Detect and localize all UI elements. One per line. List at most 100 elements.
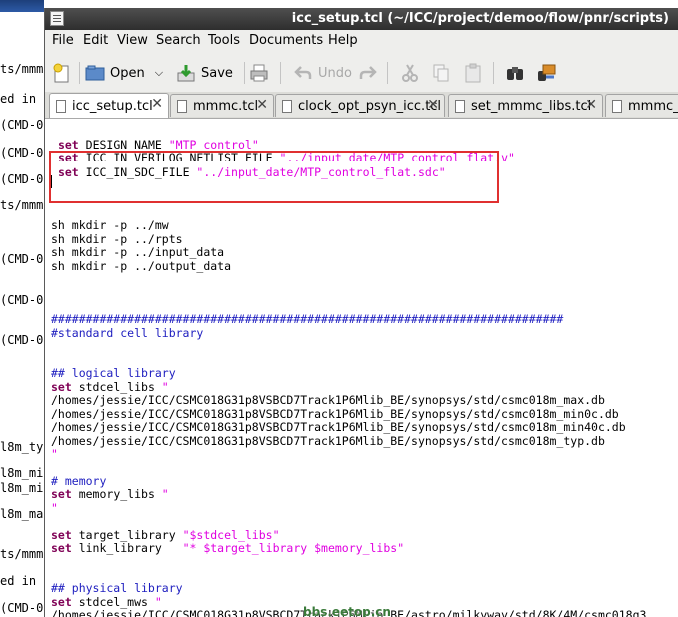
folder-open-icon xyxy=(85,65,105,81)
code-line: set link_library "* $target_library $mem… xyxy=(51,541,405,555)
printer-icon xyxy=(250,64,268,82)
menu-edit[interactable]: Edit xyxy=(83,33,108,48)
terminal-line: l8m_min xyxy=(0,466,44,480)
terminal-title-bar xyxy=(0,0,44,12)
redo-icon xyxy=(359,66,377,79)
tab-mmmc-pe[interactable]: mmmc_pe xyxy=(605,94,678,117)
new-document-icon xyxy=(53,63,69,83)
code-line: " xyxy=(51,501,58,515)
code-line: sh mkdir -p ../rpts xyxy=(51,232,183,246)
close-icon[interactable]: ✕ xyxy=(256,97,268,113)
code-line: set target_library "$stdcel_libs" xyxy=(51,528,280,542)
document-tabs: icc_setup.tcl ✕ mmmc.tcl ✕ clock_opt_psy… xyxy=(45,92,678,119)
terminal-line: (CMD-0 xyxy=(0,601,44,615)
terminal-line: (CMD-0 xyxy=(0,118,44,132)
tab-mmmc[interactable]: mmmc.tcl ✕ xyxy=(170,94,274,117)
document-icon xyxy=(455,99,465,113)
find-replace-icon xyxy=(538,64,556,81)
menu-help[interactable]: Help xyxy=(328,33,358,48)
document-icon xyxy=(177,99,187,113)
tab-label: mmmc_pe xyxy=(628,98,678,114)
paste-button[interactable] xyxy=(463,61,483,85)
chevron-down-icon[interactable]: ⌵ xyxy=(155,66,163,80)
code-line: set stdcel_libs " xyxy=(51,380,169,394)
print-button[interactable] xyxy=(249,61,269,85)
close-icon[interactable]: ✕ xyxy=(151,96,163,112)
terminal-line: (CMD-0 xyxy=(0,333,44,347)
text-editor[interactable]: set DESIGN_NAME "MTP_control" set ICC_IN… xyxy=(45,119,678,617)
terminal-line: (CMD-0 xyxy=(0,293,44,307)
code-line: set memory_libs " xyxy=(51,487,169,501)
code-line: sh mkdir -p ../input_data xyxy=(51,245,225,259)
highlight-annotation xyxy=(49,151,499,203)
menu-view[interactable]: View xyxy=(117,33,148,48)
tab-clock-opt-psyn-icc[interactable]: clock_opt_psyn_icc.tcl ✕ xyxy=(275,94,445,117)
menu-tools[interactable]: Tools xyxy=(208,33,240,48)
tab-label: mmmc.tcl xyxy=(193,98,259,114)
save-icon xyxy=(177,65,195,82)
document-icon xyxy=(56,99,66,113)
tab-label: clock_opt_psyn_icc.tcl xyxy=(298,98,442,114)
document-icon xyxy=(612,99,622,113)
terminal-line: (CMD-0 xyxy=(0,146,44,160)
open-label: Open xyxy=(110,65,145,81)
code-line: /homes/jessie/ICC/CSMC018G31p8VSBCD7Trac… xyxy=(51,393,605,407)
toolbar: Open ⌵ Save Undo xyxy=(45,52,678,93)
terminal-line: ed in t xyxy=(0,92,44,106)
menu-file[interactable]: File xyxy=(52,33,74,48)
find-button[interactable] xyxy=(505,61,525,85)
title-bar[interactable]: icc_setup.tcl (~/ICC/project/demoo/flow/… xyxy=(45,8,678,30)
text-editor-icon xyxy=(50,11,64,26)
terminal-line: l8m_max xyxy=(0,507,44,521)
undo-button[interactable]: Undo xyxy=(293,61,352,85)
undo-label: Undo xyxy=(318,65,352,81)
cut-button[interactable] xyxy=(400,61,420,85)
code-line: " xyxy=(51,447,58,461)
replace-button[interactable] xyxy=(537,61,557,85)
code-line: set DESIGN_NAME "MTP_control" xyxy=(57,138,259,152)
binoculars-icon xyxy=(507,67,523,80)
watermark: bbs.eetop.cn xyxy=(303,605,391,617)
code-line: ## logical library xyxy=(51,366,176,380)
copy-icon xyxy=(433,64,449,82)
menu-search[interactable]: Search xyxy=(156,33,201,48)
code-line: sh mkdir -p ../output_data xyxy=(51,259,232,273)
terminal-line: (CMD-0 xyxy=(0,172,44,186)
code-line: sh mkdir -p ../mw xyxy=(51,218,169,232)
close-icon[interactable]: ✕ xyxy=(585,97,597,113)
terminal-line: ts/mmmc xyxy=(0,62,44,76)
undo-icon xyxy=(294,66,312,79)
code-line: #standard cell library xyxy=(51,326,204,340)
paste-icon xyxy=(465,63,481,83)
background-terminal: ts/mmmc ed in t (CMD-0 (CMD-0 (CMD-0 ts/mmmc (… xyxy=(0,0,44,617)
terminal-line: ts/mmmc xyxy=(0,547,44,561)
terminal-line: ts/mmmc xyxy=(0,198,44,212)
save-label: Save xyxy=(201,65,233,81)
code-line: ########################################… xyxy=(51,312,564,326)
new-button[interactable] xyxy=(52,61,72,85)
terminal-line: l8m_min xyxy=(0,481,44,495)
code-line: /homes/jessie/ICC/CSMC018G31p8VSBCD7Trac… xyxy=(51,420,626,434)
terminal-line: (CMD-0 xyxy=(0,252,44,266)
code-line: /homes/jessie/ICC/CSMC018G31p8VSBCD7Trac… xyxy=(51,407,619,421)
code-line: /homes/jessie/ICC/CSMC018G31p8VSBCD7Trac… xyxy=(51,434,605,448)
document-icon xyxy=(282,99,292,113)
window-title: icc_setup.tcl (~/ICC/project/demoo/flow/… xyxy=(291,11,669,26)
terminal-line: ed in t xyxy=(0,574,44,588)
redo-button[interactable] xyxy=(358,61,378,85)
close-icon[interactable]: ✕ xyxy=(427,97,439,113)
copy-button[interactable] xyxy=(431,61,451,85)
save-button[interactable]: Save xyxy=(176,61,233,85)
menu-bar: File Edit View Search Tools Documents He… xyxy=(45,30,678,52)
scissors-icon xyxy=(402,64,418,82)
tab-icc-setup[interactable]: icc_setup.tcl ✕ xyxy=(49,93,169,118)
open-button[interactable]: Open ⌵ xyxy=(85,61,163,85)
code-line: ## physical library xyxy=(51,581,183,595)
menu-documents[interactable]: Documents xyxy=(249,33,323,48)
tab-label: icc_setup.tcl xyxy=(72,98,153,114)
tab-set-mmmc-libs[interactable]: set_mmmc_libs.tcl ✕ xyxy=(448,94,603,117)
terminal-line: l8m_typ xyxy=(0,440,44,454)
tab-label: set_mmmc_libs.tcl xyxy=(471,98,592,114)
code-line: set stdcel_mws " xyxy=(51,595,162,609)
code-line: # memory xyxy=(51,474,107,488)
